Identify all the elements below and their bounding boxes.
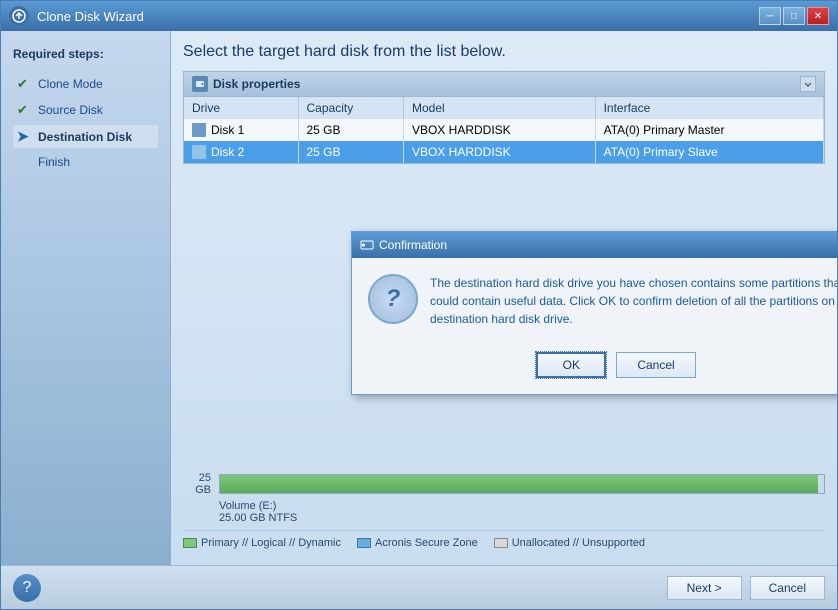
dialog-buttons: OK Cancel xyxy=(352,344,837,394)
dialog-title: Confirmation xyxy=(379,238,447,252)
drive-name: Disk 1 xyxy=(211,123,244,137)
interface-cell: ATA(0) Primary Slave xyxy=(595,141,823,163)
legend-color-acronis xyxy=(357,538,371,548)
col-capacity: Capacity xyxy=(298,97,403,119)
app-icon xyxy=(9,6,29,26)
checkmark-icon: ✔ xyxy=(17,102,33,118)
dialog-title-left: Confirmation xyxy=(360,238,447,252)
drive-cell: Disk 1 xyxy=(184,119,298,141)
title-bar: Clone Disk Wizard ─ □ ✕ xyxy=(1,1,837,31)
legend-label-acronis: Acronis Secure Zone xyxy=(375,537,478,549)
maximize-button[interactable]: □ xyxy=(783,7,805,25)
disk-properties-header-left: Disk properties xyxy=(192,76,300,92)
disk-viz-row: 25 GB xyxy=(183,472,825,496)
dialog-cancel-button[interactable]: Cancel xyxy=(616,352,695,378)
disk-bar-fill xyxy=(220,475,818,493)
legend-color-primary xyxy=(183,538,197,548)
clone-mode-link[interactable]: Clone Mode xyxy=(38,77,103,91)
disk-bar-container xyxy=(219,474,825,494)
disk-table: Drive Capacity Model Interface xyxy=(184,97,824,163)
dialog-titlebar: Confirmation ✕ xyxy=(352,232,837,258)
confirmation-dialog: Confirmation ✕ ? The destination hard di… xyxy=(351,231,837,395)
model-cell: VBOX HARDDISK xyxy=(403,141,595,163)
bottom-right: Next > Cancel xyxy=(667,576,825,600)
panel-heading: Select the target hard disk from the lis… xyxy=(183,43,825,61)
table-header-row: Drive Capacity Model Interface xyxy=(184,97,824,119)
disk-properties-panel: Disk properties Drive Capacity Model xyxy=(183,71,825,164)
help-button[interactable]: ? xyxy=(13,574,41,602)
legend-color-unallocated xyxy=(494,538,508,548)
table-row[interactable]: Disk 2 25 GB VBOX HARDDISK ATA(0) Primar… xyxy=(184,141,824,163)
sidebar-item-clone-mode[interactable]: ✔ Clone Mode xyxy=(13,73,158,95)
interface-cell: ATA(0) Primary Master xyxy=(595,119,823,141)
main-window: Clone Disk Wizard ─ □ ✕ Required steps: … xyxy=(0,0,838,610)
legend-label-primary: Primary // Logical // Dynamic xyxy=(201,537,341,549)
capacity-cell: 25 GB xyxy=(298,141,403,163)
legend-item-unallocated: Unallocated // Unsupported xyxy=(494,537,645,549)
legend-item-primary: Primary // Logical // Dynamic xyxy=(183,537,341,549)
window-title: Clone Disk Wizard xyxy=(37,9,759,24)
dialog-icon xyxy=(360,238,374,252)
content-wrapper: Select the target hard disk from the lis… xyxy=(171,31,837,565)
volume-info: 25.00 GB NTFS xyxy=(219,512,297,524)
capacity-cell: 25 GB xyxy=(298,119,403,141)
window-controls: ─ □ ✕ xyxy=(759,7,829,25)
disk-size-label: 25 GB xyxy=(183,472,211,496)
source-disk-link[interactable]: Source Disk xyxy=(38,103,103,117)
arrow-icon: ➤ xyxy=(17,128,33,145)
col-drive: Drive xyxy=(184,97,298,119)
disk-properties-header: Disk properties xyxy=(184,72,824,97)
drive-name: Disk 2 xyxy=(211,145,244,159)
cancel-button[interactable]: Cancel xyxy=(750,576,825,600)
sidebar: Required steps: ✔ Clone Mode ✔ Source Di… xyxy=(1,31,171,565)
sidebar-title: Required steps: xyxy=(13,47,158,61)
sidebar-item-finish[interactable]: Finish xyxy=(13,152,158,172)
disk-properties-icon xyxy=(192,76,208,92)
sidebar-item-destination-disk[interactable]: ➤ Destination Disk xyxy=(13,125,158,148)
disk-icon xyxy=(192,123,206,137)
warning-icon: ? xyxy=(368,274,418,324)
minimize-button[interactable]: ─ xyxy=(759,7,781,25)
drive-cell: Disk 2 xyxy=(184,141,298,163)
dialog-content: ? The destination hard disk drive you ha… xyxy=(352,258,837,344)
bottom-bar: ? Next > Cancel xyxy=(1,565,837,609)
model-cell: VBOX HARDDISK xyxy=(403,119,595,141)
dialog-ok-button[interactable]: OK xyxy=(536,352,606,378)
col-interface: Interface xyxy=(595,97,823,119)
checkmark-icon: ✔ xyxy=(17,76,33,92)
disk-viz-area: 25 GB Volume (E:) 25.00 GB NTFS Prim xyxy=(183,464,825,553)
table-row[interactable]: Disk 1 25 GB VBOX HARDDISK ATA(0) Primar… xyxy=(184,119,824,141)
col-model: Model xyxy=(403,97,595,119)
main-content: Required steps: ✔ Clone Mode ✔ Source Di… xyxy=(1,31,837,565)
volume-label: Volume (E:) xyxy=(219,500,276,512)
next-button[interactable]: Next > xyxy=(667,576,742,600)
disk-info: Volume (E:) 25.00 GB NTFS xyxy=(183,500,825,524)
bottom-left: ? xyxy=(13,574,41,602)
close-button[interactable]: ✕ xyxy=(807,7,829,25)
destination-disk-label: Destination Disk xyxy=(38,130,132,144)
legend-label-unallocated: Unallocated // Unsupported xyxy=(512,537,645,549)
dialog-message: The destination hard disk drive you have… xyxy=(430,274,837,328)
finish-link[interactable]: Finish xyxy=(38,155,70,169)
disk-properties-title: Disk properties xyxy=(213,77,300,91)
disk-properties-expand-button[interactable] xyxy=(800,76,816,92)
legend: Primary // Logical // Dynamic Acronis Se… xyxy=(183,530,825,553)
disk-icon xyxy=(192,145,206,159)
sidebar-item-source-disk[interactable]: ✔ Source Disk xyxy=(13,99,158,121)
legend-item-acronis: Acronis Secure Zone xyxy=(357,537,478,549)
